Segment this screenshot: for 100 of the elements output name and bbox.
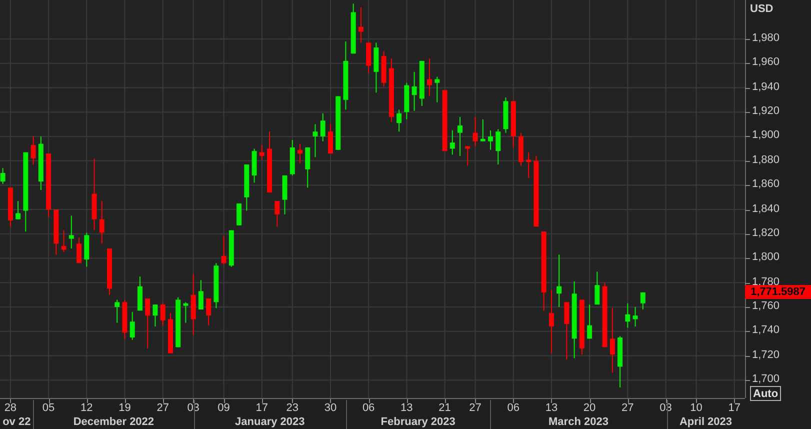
rising-candlestick bbox=[38, 136, 44, 191]
rising-candlestick bbox=[594, 271, 600, 306]
rising-candlestick bbox=[488, 130, 493, 150]
falling-candlestick bbox=[328, 124, 333, 154]
rising-candlestick bbox=[503, 96, 508, 134]
date-axis-label: 13 bbox=[400, 403, 414, 414]
auto-scale-button[interactable]: Auto bbox=[750, 386, 782, 401]
price-axis-label: 1,960 bbox=[752, 57, 780, 68]
rising-candlestick bbox=[68, 215, 74, 250]
rising-candlestick bbox=[632, 306, 638, 327]
rising-candlestick bbox=[496, 128, 501, 165]
rising-candlestick bbox=[312, 124, 318, 158]
falling-candlestick bbox=[76, 237, 82, 264]
rising-candlestick bbox=[350, 3, 356, 54]
rising-candlestick bbox=[183, 302, 188, 324]
rising-candlestick bbox=[618, 336, 623, 388]
price-axis-label: 1,920 bbox=[752, 106, 780, 118]
date-axis-label: 20 bbox=[582, 403, 597, 414]
price-axis-label: 1,860 bbox=[752, 179, 780, 190]
falling-candlestick bbox=[274, 200, 280, 228]
month-axis-label: February 2023 bbox=[380, 417, 456, 428]
rising-candlestick bbox=[434, 76, 440, 103]
price-axis-label: 1,720 bbox=[752, 350, 780, 361]
price-axis-label: 1,940 bbox=[752, 82, 780, 93]
falling-candlestick bbox=[381, 50, 386, 87]
price-axis-label: 1,780 bbox=[752, 276, 780, 288]
rising-candlestick bbox=[244, 164, 250, 212]
rising-candlestick bbox=[0, 168, 6, 184]
rising-candlestick bbox=[114, 299, 120, 324]
falling-candlestick bbox=[168, 312, 173, 354]
falling-candlestick bbox=[122, 299, 128, 340]
falling-candlestick bbox=[30, 136, 36, 165]
price-axis-label: 1,840 bbox=[752, 204, 780, 215]
falling-candlestick bbox=[267, 131, 272, 193]
price-axis-label: 1,740 bbox=[752, 325, 780, 336]
date-axis-label: 27 bbox=[156, 403, 170, 414]
date-axis-label: 06 bbox=[361, 403, 376, 414]
rising-candlestick bbox=[84, 232, 90, 268]
falling-candlestick bbox=[190, 274, 196, 336]
falling-candlestick bbox=[107, 248, 112, 296]
price-axis-label: 1,880 bbox=[752, 154, 780, 166]
falling-candlestick bbox=[358, 6, 364, 44]
falling-candlestick bbox=[145, 298, 150, 349]
rising-candlestick bbox=[198, 280, 204, 310]
falling-candlestick bbox=[388, 58, 394, 122]
date-axis-label: 12 bbox=[80, 403, 94, 414]
falling-candlestick bbox=[579, 299, 584, 355]
rising-candlestick bbox=[130, 311, 135, 340]
rising-candlestick bbox=[412, 71, 417, 112]
date-axis-label: 09 bbox=[216, 403, 231, 414]
falling-candlestick bbox=[518, 132, 524, 166]
falling-candlestick bbox=[465, 146, 470, 166]
month-axis-label: April 2023 bbox=[678, 417, 734, 428]
rising-candlestick bbox=[16, 200, 21, 220]
rising-candlestick bbox=[290, 140, 295, 176]
falling-candlestick bbox=[46, 153, 52, 218]
date-axis-label: 10 bbox=[689, 403, 704, 414]
price-axis-label: 1,760 bbox=[752, 300, 780, 312]
rising-candlestick bbox=[252, 148, 257, 184]
month-axis-label: December 2022 bbox=[72, 417, 156, 428]
falling-candlestick bbox=[548, 289, 554, 354]
falling-candlestick bbox=[442, 90, 448, 152]
date-axis-label: 23 bbox=[285, 403, 300, 414]
rising-candlestick bbox=[419, 60, 424, 106]
rising-candlestick bbox=[480, 118, 486, 142]
rising-candlestick bbox=[450, 130, 455, 156]
rising-candlestick bbox=[374, 42, 379, 94]
rising-candlestick bbox=[305, 146, 310, 188]
rising-candlestick bbox=[336, 96, 341, 150]
rising-candlestick bbox=[152, 304, 158, 327]
rising-candlestick bbox=[396, 109, 402, 132]
rising-candlestick bbox=[625, 302, 630, 328]
falling-candlestick bbox=[259, 144, 264, 160]
date-axis-label: 06 bbox=[506, 403, 520, 414]
falling-candlestick bbox=[427, 58, 432, 97]
falling-candlestick bbox=[366, 42, 372, 74]
rising-candlestick bbox=[228, 230, 234, 268]
date-axis-label: 30 bbox=[323, 403, 338, 414]
falling-candlestick bbox=[61, 230, 66, 253]
falling-candlestick bbox=[472, 116, 478, 147]
currency-label: USD bbox=[750, 4, 774, 15]
date-axis-label: 27 bbox=[620, 403, 635, 414]
price-axis-label: 1,700 bbox=[752, 374, 780, 386]
date-axis-label: 05 bbox=[41, 403, 56, 414]
falling-candlestick bbox=[99, 200, 104, 244]
month-axis-label: January 2023 bbox=[234, 417, 306, 428]
rising-candlestick bbox=[343, 40, 348, 110]
month-axis-label: March 2023 bbox=[548, 417, 610, 428]
falling-candlestick bbox=[206, 298, 212, 326]
rising-candlestick bbox=[587, 304, 592, 340]
rising-candlestick bbox=[404, 82, 410, 120]
price-axis-label: 1,980 bbox=[752, 32, 780, 44]
date-axis-label: 27 bbox=[468, 403, 482, 414]
falling-candlestick bbox=[8, 187, 13, 228]
falling-candlestick bbox=[564, 302, 570, 360]
rising-candlestick bbox=[640, 292, 646, 310]
month-axis-label: ov 22 bbox=[2, 417, 32, 428]
falling-candlestick bbox=[610, 308, 615, 374]
date-axis-label: 21 bbox=[438, 403, 452, 414]
rising-candlestick bbox=[137, 276, 142, 312]
